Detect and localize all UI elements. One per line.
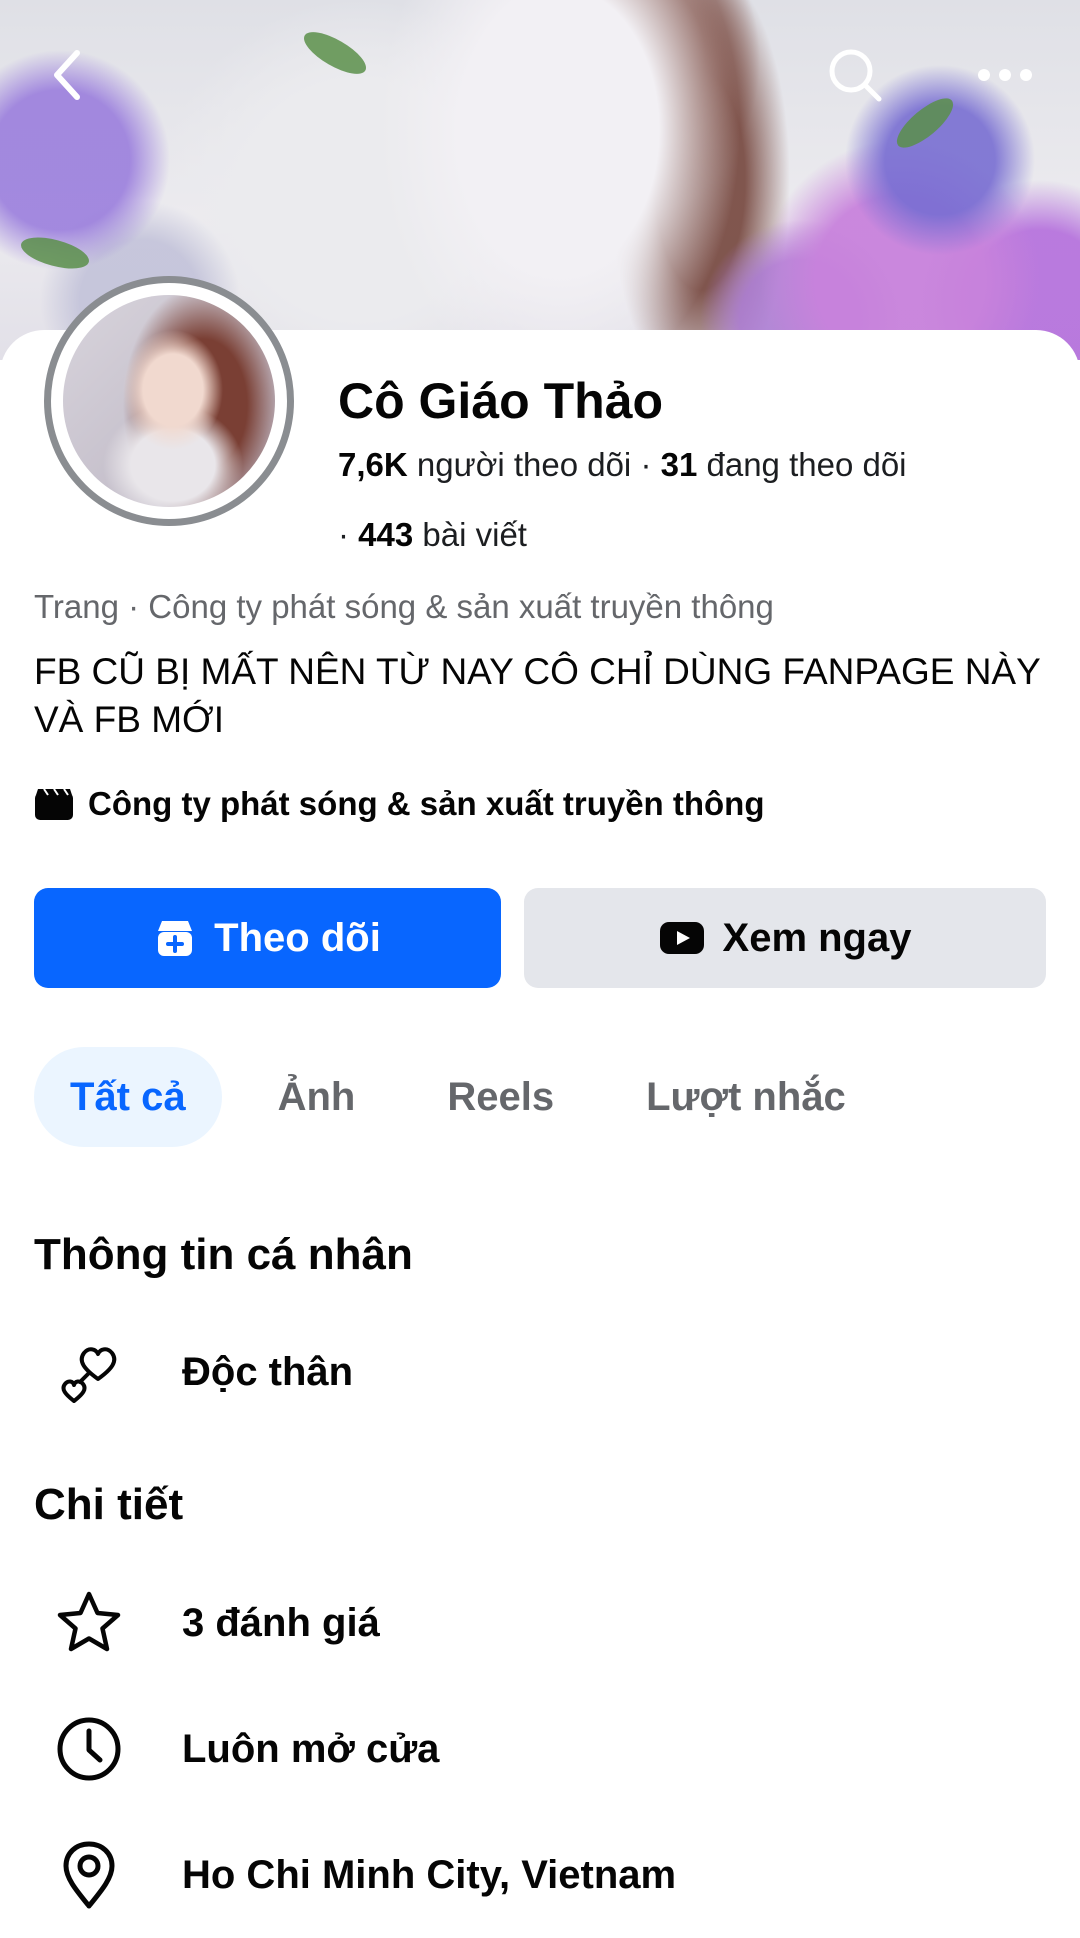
relationship-row: Độc thân bbox=[34, 1327, 353, 1417]
page-category: Trang · Công ty phát sóng & sản xuất tru… bbox=[34, 588, 774, 625]
watch-now-button[interactable]: Xem ngay bbox=[524, 888, 1046, 988]
clapperboard-icon bbox=[35, 788, 73, 820]
page-bio: FB CŨ BỊ MẤT NÊN TỪ NAY CÔ CHỈ DÙNG FANP… bbox=[34, 651, 1041, 740]
cover-leaf-decoration bbox=[298, 24, 372, 82]
follow-stats: 7,6K người theo dõi · 31 đang theo dõi bbox=[338, 446, 907, 484]
details-title: Chi tiết bbox=[34, 1480, 184, 1529]
hearts-icon bbox=[34, 1327, 144, 1417]
relationship-status: Độc thân bbox=[182, 1349, 354, 1394]
location-text: Ho Chi Minh City, Vietnam bbox=[182, 1852, 677, 1897]
category-detail-text: Công ty phát sóng & sản xuất truyền thôn… bbox=[88, 785, 765, 822]
separator-dot: · bbox=[338, 516, 359, 553]
follow-button[interactable]: Theo dõi bbox=[34, 888, 501, 988]
back-button[interactable] bbox=[32, 40, 102, 110]
search-button[interactable] bbox=[820, 40, 890, 110]
category-info: Công ty phát sóng & sản xuất truyền thôn… bbox=[34, 785, 765, 823]
profile-avatar[interactable] bbox=[44, 276, 294, 526]
separator-dot: · bbox=[640, 446, 661, 483]
page-title: Cô Giáo Thảo bbox=[338, 373, 663, 429]
cover-leaf-decoration bbox=[17, 231, 93, 275]
following-label[interactable]: đang theo dõi bbox=[707, 446, 907, 483]
tab-reels[interactable]: Reels bbox=[411, 1047, 590, 1147]
posts-label: bài viết bbox=[422, 516, 527, 553]
followers-count[interactable]: 7,6K bbox=[338, 446, 408, 483]
following-count[interactable]: 31 bbox=[661, 446, 698, 483]
star-icon bbox=[34, 1578, 144, 1668]
location-row[interactable]: Ho Chi Minh City, Vietnam bbox=[34, 1830, 676, 1920]
tab-photos[interactable]: Ảnh bbox=[242, 1047, 392, 1147]
tab-all[interactable]: Tất cả bbox=[34, 1047, 222, 1147]
more-options-button[interactable] bbox=[970, 40, 1040, 110]
clock-icon bbox=[34, 1704, 144, 1794]
personal-info-title: Thông tin cá nhân bbox=[34, 1230, 413, 1279]
opening-hours-text: Luôn mở cửa bbox=[182, 1726, 440, 1771]
followers-label[interactable]: người theo dõi bbox=[417, 446, 631, 483]
chevron-left-icon bbox=[54, 50, 80, 100]
follow-button-label: Theo dõi bbox=[214, 915, 381, 960]
video-play-icon bbox=[659, 922, 704, 954]
watch-button-label: Xem ngay bbox=[722, 915, 912, 960]
avatar-image bbox=[63, 295, 275, 507]
tab-mentions[interactable]: Lượt nhắc bbox=[610, 1047, 882, 1147]
hours-row: Luôn mở cửa bbox=[34, 1704, 439, 1794]
reviews-row[interactable]: 3 đánh giá bbox=[34, 1578, 380, 1668]
post-stats: · 443 bài viết bbox=[338, 516, 527, 554]
reviews-text: 3 đánh giá bbox=[182, 1600, 380, 1645]
more-horizontal-icon bbox=[978, 69, 1032, 81]
posts-count: 443 bbox=[358, 516, 414, 553]
location-pin-icon bbox=[34, 1830, 144, 1920]
follow-page-icon bbox=[158, 921, 193, 956]
cover-leaf-decoration bbox=[889, 90, 961, 156]
search-icon bbox=[829, 49, 882, 102]
profile-tabs: Tất cả Ảnh Reels Lượt nhắc bbox=[34, 1047, 882, 1147]
